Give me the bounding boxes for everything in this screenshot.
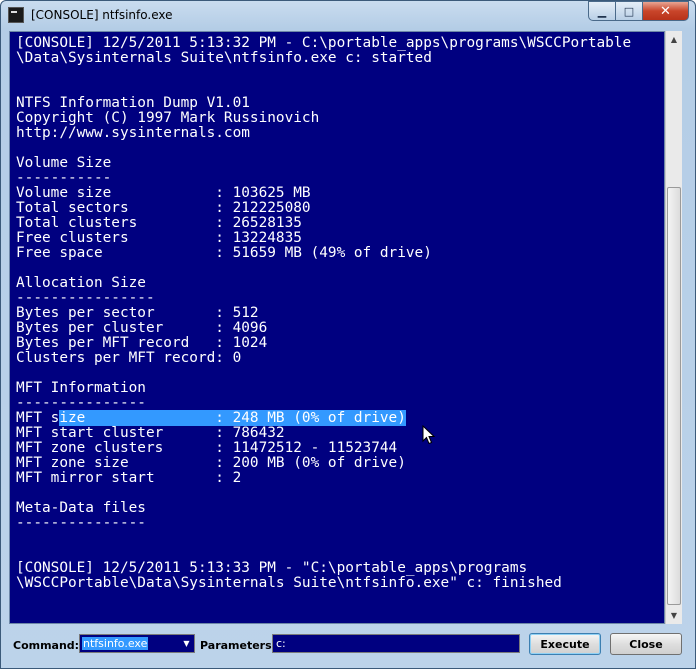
parameters-value: c: [276,637,286,650]
console-text[interactable]: [CONSOLE] 12/5/2011 5:13:32 PM - C:\port… [10,32,664,591]
command-value: ntfsinfo.exe [82,637,149,650]
close-button[interactable]: Close [610,633,682,655]
window-title: [CONSOLE] ntfsinfo.exe [31,8,173,22]
mouse-cursor-icon [422,425,436,445]
command-bar: Command: ntfsinfo.exe ▼ Parameters: c: E… [1,627,695,667]
vertical-scrollbar[interactable]: ▲ ▼ [665,31,682,624]
command-combobox[interactable]: ntfsinfo.exe ▼ [79,634,195,653]
console-lines-after: MFT start cluster : 786432 MFT zone clus… [16,425,562,591]
scroll-up-icon: ▲ [670,35,678,44]
selected-line-prefix: MFT s [16,410,60,426]
parameters-label: Parameters: [200,639,277,652]
title-bar[interactable]: [CONSOLE] ntfsinfo.exe ▁ □ ✕ [1,1,695,31]
console-output[interactable]: [CONSOLE] 12/5/2011 5:13:32 PM - C:\port… [9,31,665,624]
scroll-down-button[interactable]: ▼ [666,607,682,624]
selected-text: ize : 248 MB (0% of drive) [59,410,406,426]
maximize-icon: □ [623,4,635,18]
close-icon: ✕ [660,3,671,19]
minimize-icon: ▁ [597,4,607,18]
parameters-input[interactable]: c: [272,634,520,653]
chevron-down-icon[interactable]: ▼ [179,635,194,652]
command-label: Command: [13,639,80,652]
minimize-button[interactable]: ▁ [588,1,616,21]
close-window-button[interactable]: ✕ [642,1,689,21]
console-lines-before: [CONSOLE] 12/5/2011 5:13:32 PM - C:\port… [16,35,632,411]
execute-button[interactable]: Execute [529,633,601,655]
scroll-up-button[interactable]: ▲ [666,31,682,48]
console-app-icon [8,7,24,23]
maximize-button[interactable]: □ [615,1,643,21]
scroll-down-icon: ▼ [670,611,678,620]
console-window: [CONSOLE] ntfsinfo.exe ▁ □ ✕ [CONSOLE] 1… [0,0,696,669]
scrollbar-thumb[interactable] [667,187,681,605]
